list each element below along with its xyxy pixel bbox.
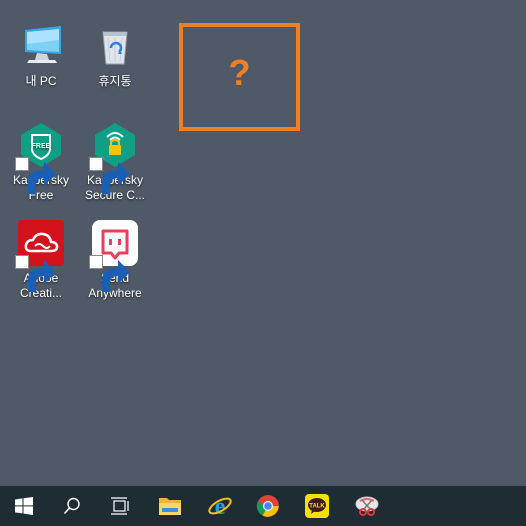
icon-label: 휴지통 (98, 74, 132, 88)
question-mark: ? (228, 52, 251, 93)
search-button[interactable] (48, 486, 96, 526)
desktop-icon-adobe-creative-cloud[interactable]: Adobe Creati... (5, 219, 77, 301)
unknown-placeholder-box: ? (179, 23, 300, 131)
taskbar: e TALK (0, 486, 526, 526)
recycle-bin-icon (91, 22, 139, 70)
shortcut-arrow-icon (15, 157, 56, 194)
send-anywhere-icon (89, 219, 139, 292)
snipping-tool-button[interactable] (343, 486, 391, 526)
chrome-button[interactable] (244, 486, 292, 526)
kaspersky-secure-connection-icon (89, 121, 139, 194)
kaspersky-free-icon: FREE (15, 121, 65, 194)
search-icon (63, 497, 80, 515)
start-button[interactable] (0, 486, 48, 526)
shortcut-arrow-icon (15, 255, 56, 292)
icon-label: 내 PC (25, 74, 57, 88)
file-explorer-icon (159, 498, 181, 515)
desktop-icon-kaspersky-secure-connection[interactable]: Kaspersky Secure C... (79, 121, 151, 203)
kakaotalk-icon: TALK (305, 494, 329, 518)
task-view-button[interactable] (96, 486, 144, 526)
svg-text:FREE: FREE (32, 143, 51, 150)
desktop-icon-send-anywhere[interactable]: Send Anywhere (79, 219, 151, 301)
chrome-icon (256, 495, 279, 517)
monitor-icon (17, 22, 65, 70)
desktop: 내 PC 휴지통 FREE Kaspersky Free Kaspersky S… (0, 0, 526, 486)
shortcut-arrow-icon (89, 157, 130, 194)
windows-start-icon (15, 497, 33, 515)
snipping-tool-icon (355, 496, 379, 516)
shortcut-arrow-icon (89, 255, 130, 292)
kakaotalk-button[interactable]: TALK (293, 486, 341, 526)
file-explorer-button[interactable] (146, 486, 194, 526)
desktop-icon-kaspersky-free[interactable]: FREE Kaspersky Free (5, 121, 77, 203)
svg-text:e: e (215, 494, 226, 519)
desktop-icon-recycle-bin[interactable]: 휴지통 (79, 22, 151, 89)
internet-explorer-icon: e (208, 494, 232, 519)
desktop-icon-this-pc[interactable]: 내 PC (5, 22, 77, 89)
svg-text:TALK: TALK (309, 504, 325, 510)
adobe-creative-cloud-icon (15, 219, 65, 292)
internet-explorer-button[interactable]: e (196, 486, 244, 526)
task-view-icon (111, 497, 129, 515)
